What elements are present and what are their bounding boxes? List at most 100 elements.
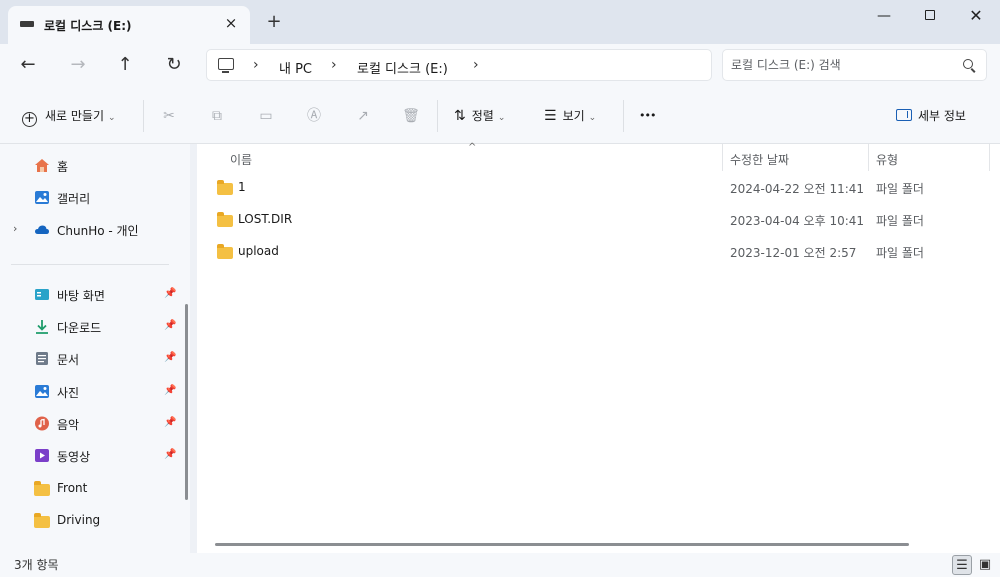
breadcrumb-separator[interactable]: › — [331, 57, 337, 73]
gallery-icon — [34, 190, 50, 205]
plus-icon: + — [22, 112, 37, 127]
paste-icon[interactable]: ▭ — [257, 107, 275, 125]
file-date: 2024-04-22 오전 11:41 — [730, 182, 865, 196]
column-divider[interactable] — [868, 144, 869, 171]
column-header-date[interactable]: 수정한 날짜 — [730, 151, 789, 168]
tab-local-disk-e[interactable]: 로컬 디스크 (E:) × — [8, 6, 250, 44]
desktop-icon — [34, 287, 50, 302]
download-icon — [34, 319, 50, 334]
column-divider[interactable] — [989, 144, 990, 171]
pin-icon[interactable]: 📌 — [164, 385, 176, 396]
pin-icon[interactable]: 📌 — [164, 288, 176, 299]
sort-ascending-icon: ^ — [468, 142, 477, 153]
maximize-button[interactable] — [910, 4, 950, 28]
minimize-button[interactable]: — — [864, 4, 904, 28]
sort-button-label: 정렬 — [471, 109, 494, 123]
delete-icon[interactable]: 🗑 — [402, 107, 420, 125]
sort-icon: ⇅ — [454, 108, 466, 124]
onedrive-icon — [34, 222, 50, 237]
details-pane-icon — [896, 109, 912, 121]
file-date: 2023-12-01 오전 2:57 — [730, 246, 857, 260]
tab-close-button[interactable]: × — [222, 14, 240, 32]
sidebar-item-onedrive[interactable]: › ChunHo - 개인 — [0, 217, 180, 243]
chevron-down-icon: ⌄ — [588, 113, 597, 123]
back-button[interactable]: ← — [15, 54, 41, 76]
sort-button[interactable]: ⇅ 정렬 ⌄ — [454, 105, 505, 127]
new-button-label: 새로 만들기 — [45, 109, 105, 123]
close-window-button[interactable]: ✕ — [956, 4, 996, 28]
horizontal-scrollbar[interactable] — [215, 543, 909, 546]
column-header-name[interactable]: 이름 — [230, 151, 252, 168]
command-bar: + 새로 만들기 ⌄ ✂ ⧉ ▭ Ⓐ ↗ 🗑 ⇅ 정렬 ⌄ ☰ 보기 ⌄ ••• 세부 정보 — [0, 88, 1000, 144]
sidebar-item-label: ChunHo - 개인 — [57, 224, 139, 238]
chevron-right-icon[interactable]: › — [13, 222, 17, 235]
sidebar-item-label: 사진 — [57, 386, 80, 400]
details-pane-button[interactable]: 세부 정보 — [896, 105, 966, 127]
refresh-button[interactable]: ↻ — [161, 54, 187, 76]
breadcrumb-separator[interactable]: › — [253, 57, 259, 73]
view-list-icon: ☰ — [544, 108, 557, 124]
sidebar-item-label: 홈 — [57, 160, 69, 174]
sidebar-item-driving[interactable]: Driving — [0, 508, 180, 534]
file-row[interactable]: upload 2023-12-01 오전 2:57 파일 폴더 — [207, 238, 987, 266]
search-box[interactable] — [722, 49, 987, 81]
column-divider[interactable] — [722, 144, 723, 171]
copy-icon[interactable]: ⧉ — [208, 107, 226, 125]
sidebar-item-front[interactable]: Front — [0, 476, 180, 502]
pictures-icon — [34, 384, 50, 399]
sidebar-item-downloads[interactable]: 다운로드 📌 — [0, 314, 180, 340]
sidebar-item-documents[interactable]: 문서 📌 — [0, 346, 180, 372]
sidebar-item-gallery[interactable]: 갤러리 — [0, 185, 180, 211]
sidebar-item-videos[interactable]: 동영상 📌 — [0, 443, 180, 469]
search-icon[interactable] — [963, 59, 973, 69]
pin-icon[interactable]: 📌 — [164, 449, 176, 460]
pin-icon[interactable]: 📌 — [164, 352, 176, 363]
view-button[interactable]: ☰ 보기 ⌄ — [544, 105, 596, 127]
file-type: 파일 폴더 — [876, 182, 924, 196]
cut-icon[interactable]: ✂ — [160, 107, 178, 125]
view-button-label: 보기 — [562, 109, 585, 123]
sidebar-item-label: 문서 — [57, 353, 80, 367]
maximize-icon — [925, 10, 935, 20]
file-type: 파일 폴더 — [876, 214, 924, 228]
file-name: 1 — [238, 180, 246, 194]
chevron-down-icon: ⌄ — [497, 113, 506, 123]
file-type: 파일 폴더 — [876, 246, 924, 260]
folder-icon — [217, 244, 233, 259]
folder-icon — [34, 513, 50, 528]
breadcrumb-separator[interactable]: › — [473, 57, 479, 73]
file-name: upload — [238, 244, 279, 258]
file-row[interactable]: 1 2024-04-22 오전 11:41 파일 폴더 — [207, 174, 987, 202]
tiles-view-button[interactable]: ▣ — [975, 555, 995, 575]
title-bar: 로컬 디스크 (E:) × + — ✕ — [0, 0, 1000, 44]
sidebar-item-desktop[interactable]: 바탕 화면 📌 — [0, 282, 180, 308]
address-bar[interactable]: › 내 PC › 로컬 디스크 (E:) › — [206, 49, 712, 81]
column-header-type[interactable]: 유형 — [876, 151, 898, 168]
new-tab-button[interactable]: + — [264, 12, 284, 32]
music-icon — [34, 416, 50, 431]
sidebar-item-pictures[interactable]: 사진 📌 — [0, 379, 180, 405]
file-name: LOST.DIR — [238, 212, 293, 226]
pin-icon[interactable]: 📌 — [164, 417, 176, 428]
details-view-button[interactable]: ☰ — [952, 555, 972, 575]
folder-icon — [217, 212, 233, 227]
toolbar-divider — [623, 100, 624, 132]
share-icon[interactable]: ↗ — [354, 107, 372, 125]
sidebar-item-label: 갤러리 — [57, 192, 91, 206]
breadcrumb-local-disk[interactable]: 로컬 디스크 (E:) — [357, 58, 448, 77]
home-icon — [34, 158, 50, 173]
search-input[interactable] — [731, 54, 951, 76]
sidebar-item-home[interactable]: 홈 — [0, 153, 180, 179]
pin-icon[interactable]: 📌 — [164, 320, 176, 331]
folder-icon — [217, 180, 233, 195]
file-row[interactable]: LOST.DIR 2023-04-04 오후 10:41 파일 폴더 — [207, 206, 987, 234]
new-button[interactable]: + 새로 만들기 ⌄ — [22, 105, 116, 127]
breadcrumb-this-pc[interactable]: 내 PC — [279, 58, 312, 77]
sidebar-scrollbar[interactable] — [185, 304, 188, 500]
more-options-button[interactable]: ••• — [639, 105, 656, 127]
documents-icon — [34, 351, 50, 366]
sidebar-item-music[interactable]: 음악 📌 — [0, 411, 180, 437]
rename-icon[interactable]: Ⓐ — [305, 107, 323, 125]
up-button[interactable]: ↑ — [112, 54, 138, 76]
forward-button[interactable]: → — [65, 54, 91, 76]
